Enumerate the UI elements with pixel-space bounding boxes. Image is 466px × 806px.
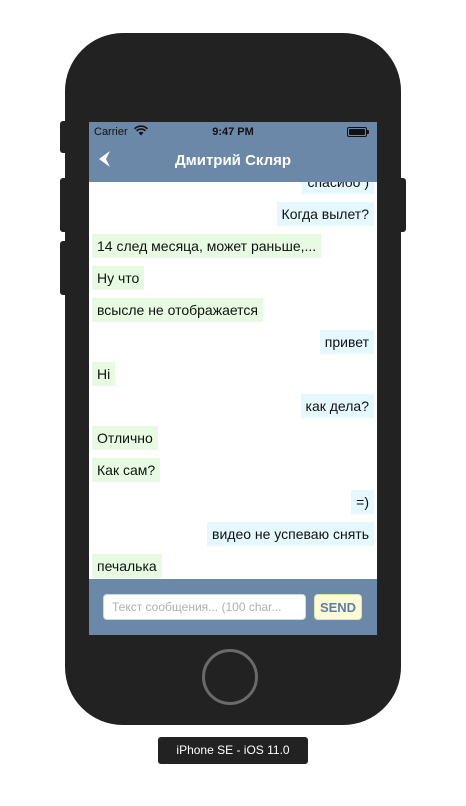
status-time: 9:47 PM bbox=[212, 126, 254, 138]
message-input[interactable] bbox=[103, 594, 306, 620]
message-bubble-incoming: Hi bbox=[92, 362, 116, 386]
message-bubble-incoming: Ну что bbox=[92, 266, 145, 290]
simulator-stage: Carrier 9:47 PM Дмитрий Скляр спасибо ) К… bbox=[0, 0, 466, 806]
message-list[interactable]: спасибо ) Когда вылет? 14 след месяца, мож… bbox=[89, 182, 377, 579]
message-bubble-outgoing: Когда вылет? bbox=[276, 202, 374, 226]
chat-title: Дмитрий Скляр bbox=[174, 152, 292, 169]
message-bubble-outgoing: спасибо ) bbox=[302, 182, 374, 194]
message-bubble-outgoing: как дела? bbox=[300, 394, 374, 418]
message-bubble-incoming: Как сам? bbox=[92, 458, 161, 482]
message-bubble-incoming: печалька bbox=[92, 554, 162, 578]
send-button[interactable]: SEND bbox=[314, 594, 362, 620]
nav-header: Carrier 9:47 PM Дмитрий Скляр bbox=[89, 122, 377, 182]
home-button[interactable] bbox=[202, 649, 258, 705]
device-label: iPhone SE - iOS 11.0 bbox=[158, 737, 308, 764]
message-bubble-incoming: Отлично bbox=[92, 426, 158, 450]
message-bubble-incoming: всысле не отображается bbox=[92, 298, 264, 322]
battery-icon bbox=[347, 127, 369, 137]
app-screen: Carrier 9:47 PM Дмитрий Скляр спасибо ) К… bbox=[89, 122, 377, 635]
message-bubble-incoming: 14 след месяца, может раньше,... bbox=[92, 234, 322, 258]
message-bubble-outgoing: =) bbox=[351, 490, 374, 514]
status-bar: Carrier 9:47 PM bbox=[89, 122, 377, 142]
composer-bar: SEND bbox=[89, 579, 377, 635]
message-bubble-outgoing: привет bbox=[319, 330, 374, 354]
message-bubble-outgoing: видео не успеваю снять bbox=[207, 522, 374, 546]
